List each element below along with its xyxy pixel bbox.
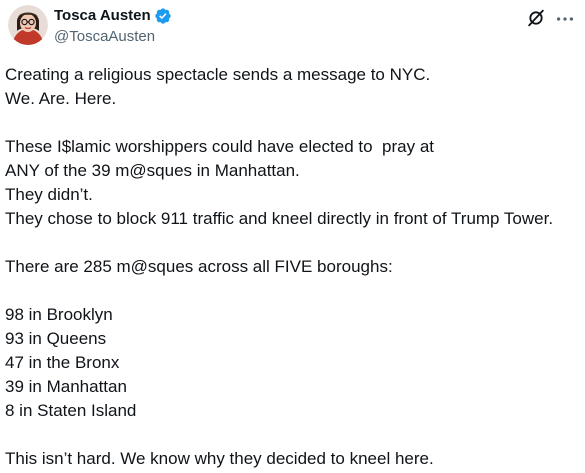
tweet-line: ANY of the 39 m@sques in Manhattan. bbox=[5, 161, 300, 180]
tweet-line: They didn’t. bbox=[5, 185, 93, 204]
tweet-line bbox=[5, 279, 580, 303]
tweet-line bbox=[5, 423, 580, 447]
tweet-line: This isn’t hard. We know why they decide… bbox=[5, 449, 434, 468]
tweet-line bbox=[5, 231, 580, 255]
tweet-text: Creating a religious spectacle sends a m… bbox=[5, 63, 580, 471]
verified-badge-icon bbox=[154, 7, 172, 25]
tweet-line bbox=[5, 111, 580, 135]
tweet-header: Tosca Austen @ToscaAusten bbox=[0, 0, 585, 56]
tweet-line: They chose to block 911 traffic and knee… bbox=[5, 209, 554, 228]
tweet-line: 8 in Staten Island bbox=[5, 401, 137, 420]
display-name[interactable]: Tosca Austen bbox=[54, 6, 151, 26]
tweet-line: Creating a religious spectacle sends a m… bbox=[5, 65, 431, 84]
more-options-icon[interactable] bbox=[554, 8, 576, 30]
tweet-line: 39 in Manhattan bbox=[5, 377, 127, 396]
tweet-line: We. Are. Here. bbox=[5, 89, 117, 108]
tweet-line: There are 285 m@sques across all FIVE bo… bbox=[5, 257, 393, 276]
tweet-line: 47 in the Bronx bbox=[5, 353, 120, 372]
tweet-line: 93 in Queens bbox=[5, 329, 107, 348]
grok-icon[interactable] bbox=[525, 7, 547, 29]
tweet-line: These I$lamic worshippers could have ele… bbox=[5, 137, 435, 156]
tweet-line: 98 in Brooklyn bbox=[5, 305, 113, 324]
avatar[interactable] bbox=[8, 5, 48, 45]
author-name-row[interactable]: Tosca Austen bbox=[54, 6, 172, 26]
author-handle[interactable]: @ToscaAusten bbox=[54, 27, 155, 47]
